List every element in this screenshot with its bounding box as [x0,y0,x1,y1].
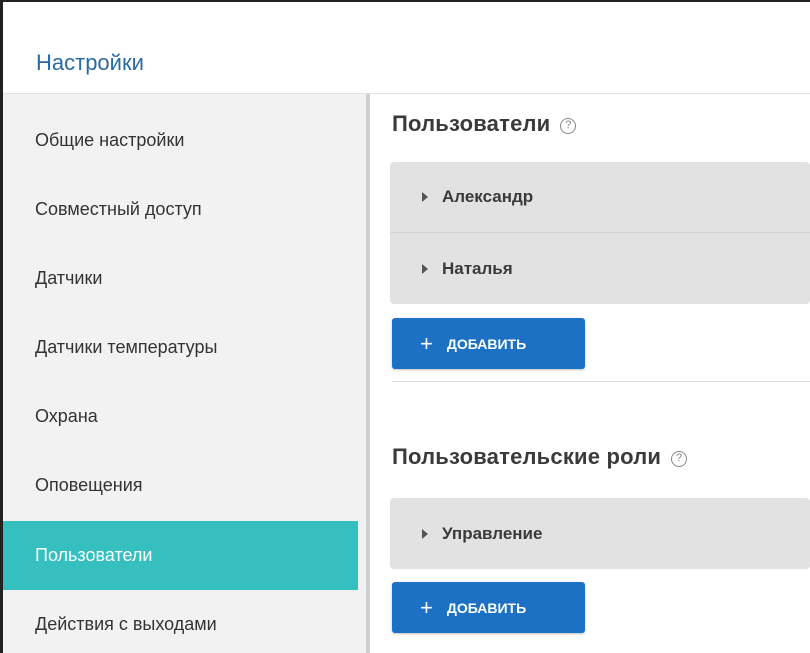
user-name: Александр [442,187,534,206]
help-icon[interactable]: ? [560,118,577,134]
sidebar-item-sensors[interactable]: Датчики [3,244,358,313]
sidebar-item-security[interactable]: Охрана [3,382,358,451]
main-content: Пользователи? Александр Наталья + ДОБАВИ… [370,94,810,653]
add-role-button[interactable]: + ДОБАВИТЬ [392,582,585,633]
users-title-text: Пользователи [392,111,551,136]
users-list: Александр Наталья [390,162,810,304]
sidebar-item-output-actions[interactable]: Действия с выходами [3,590,358,653]
user-name: Наталья [442,258,513,278]
help-icon[interactable]: ? [671,451,688,467]
sidebar-item-notifications[interactable]: Оповещения [3,451,358,520]
list-item-user[interactable]: Александр [390,162,810,233]
users-section-title: Пользователи? [392,111,577,137]
page-title: Настройки [36,50,144,75]
settings-sidebar: Общие настройки Совместный доступ Датчик… [3,94,366,653]
sidebar-item-users[interactable]: Пользователи [3,521,358,590]
add-user-label: ДОБАВИТЬ [446,335,527,352]
list-item-role[interactable]: Управление [390,498,810,569]
add-role-label: ДОБАВИТЬ [446,599,527,616]
sidebar-item-general[interactable]: Общие настройки [3,106,358,175]
sidebar-item-temperature-sensors[interactable]: Датчики температуры [3,313,358,382]
list-item-user[interactable]: Наталья [390,233,810,304]
role-name: Управление [442,523,543,543]
page-header: Настройки [3,2,810,94]
plus-icon: + [420,594,433,620]
sidebar-item-shared-access[interactable]: Совместный доступ [3,175,358,244]
section-divider [392,381,810,382]
roles-section-title: Пользовательские роли? [392,444,688,470]
add-user-button[interactable]: + ДОБАВИТЬ [392,318,585,369]
roles-list: Управление [390,498,810,569]
caret-right-icon [422,192,428,202]
caret-right-icon [422,263,428,274]
roles-title-text: Пользовательские роли [392,444,662,469]
plus-icon: + [420,330,433,356]
caret-right-icon [422,528,428,539]
